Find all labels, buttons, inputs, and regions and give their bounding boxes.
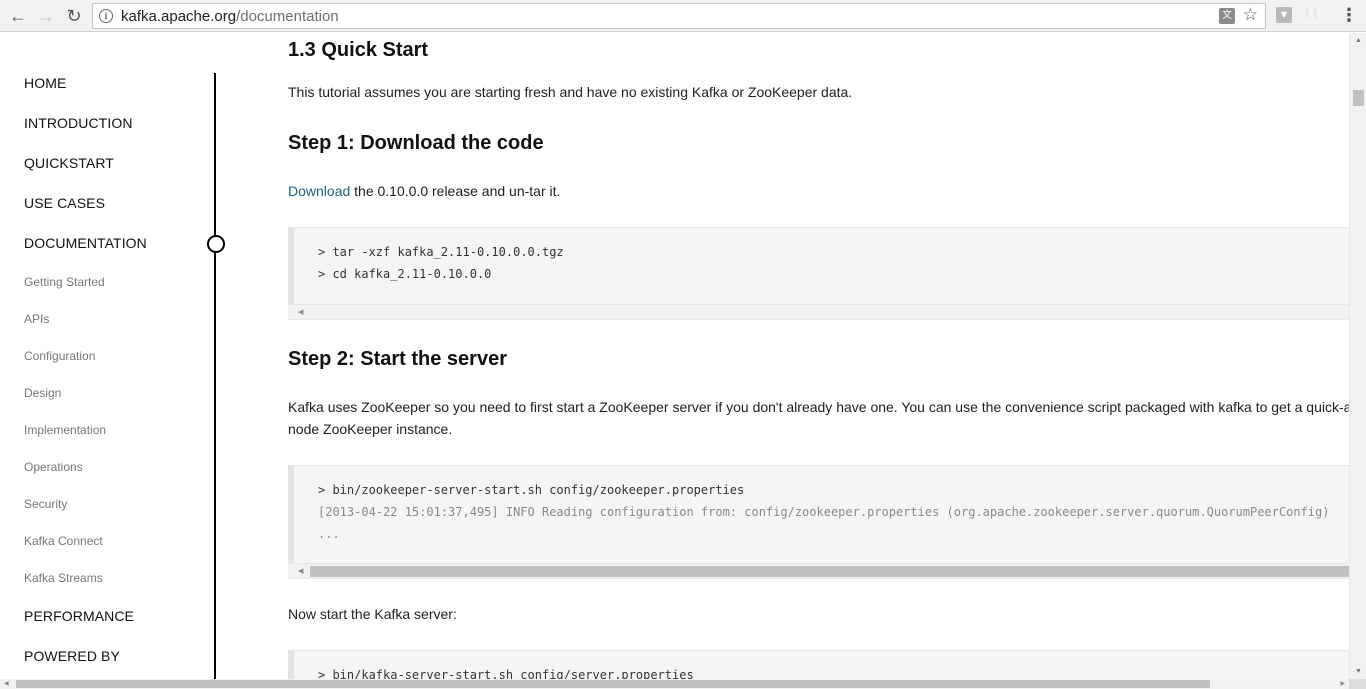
address-bar[interactable]: i kafka.apache.org/documentation 文 ☆ — [92, 3, 1266, 29]
step1-text: Download the 0.10.0.0 release and un-tar… — [288, 180, 560, 202]
sidebar-active-marker — [207, 235, 225, 253]
url-text[interactable]: kafka.apache.org/documentation — [121, 8, 339, 25]
step2-text-line1: Kafka uses ZooKeeper so you need to firs… — [288, 399, 1350, 415]
sidebar-subitem-configuration[interactable]: Configuration — [24, 349, 95, 363]
code-block-step1: > tar -xzf kafka_2.11-0.10.0.0.tgz > cd k… — [288, 227, 1350, 320]
download-link[interactable]: Download — [288, 183, 350, 199]
code-block-step2: > bin/zookeeper-server-start.sh config/z… — [288, 465, 1350, 579]
extension-icon[interactable]: ▼ — [1276, 7, 1292, 23]
back-icon[interactable]: ← — [6, 4, 30, 28]
page-horizontal-scrollbar[interactable]: ◀ ▶ — [0, 679, 1349, 689]
sidebar-subitem-design[interactable]: Design — [24, 386, 61, 400]
star-icon[interactable]: ☆ — [1243, 5, 1258, 25]
step2-text-line2: node ZooKeeper instance. — [288, 421, 453, 437]
scroll-right-icon[interactable]: ▶ — [1340, 680, 1345, 687]
sidebar-subitem-kafka-connect[interactable]: Kafka Connect — [24, 534, 103, 548]
extension-icon[interactable]: ⋮⋮ — [1303, 9, 1320, 18]
sidebar-item-use-cases[interactable]: USE CASES — [24, 195, 105, 211]
code-line: > tar -xzf kafka_2.11-0.10.0.0.tgz — [318, 245, 564, 259]
translate-icon[interactable]: 文 — [1219, 8, 1235, 24]
sidebar-item-documentation[interactable]: DOCUMENTATION — [24, 235, 147, 251]
code-line: > cd kafka_2.11-0.10.0.0 — [318, 267, 492, 281]
forward-icon[interactable]: → — [34, 4, 58, 28]
scroll-left-icon[interactable]: ◀ — [4, 680, 9, 687]
code-output-line: ... — [318, 527, 340, 541]
sidebar-item-introduction[interactable]: INTRODUCTION — [24, 115, 133, 131]
scrollbar-corner — [1349, 679, 1366, 689]
vertical-scroll-thumb[interactable] — [1353, 90, 1364, 106]
step1-title: Step 1: Download the code — [288, 132, 544, 154]
code-scrollbar[interactable]: ◀ — [288, 563, 1350, 578]
sidebar-subitem-apis[interactable]: APIs — [24, 312, 49, 326]
url-path: /documentation — [236, 8, 339, 25]
sidebar-subitem-getting-started[interactable]: Getting Started — [24, 275, 105, 289]
kafka-server-text: Now start the Kafka server: — [288, 606, 457, 622]
step1-text-rest: the 0.10.0.0 release and un-tar it. — [350, 183, 561, 199]
code-line: > bin/kafka-server-start.sh config/serve… — [318, 668, 694, 679]
horizontal-scroll-thumb[interactable] — [16, 680, 1210, 688]
sidebar: HOME INTRODUCTION QUICKSTART USE CASES D… — [0, 33, 240, 679]
intro-text: This tutorial assumes you are starting f… — [288, 84, 853, 100]
sidebar-item-performance[interactable]: PERFORMANCE — [24, 608, 134, 624]
scroll-down-icon[interactable]: ▼ — [1355, 668, 1362, 675]
sidebar-item-powered-by[interactable]: POWERED BY — [24, 648, 120, 664]
code-output-line: [2013-04-22 15:01:37,495] INFO Reading c… — [318, 505, 1330, 519]
code-scrollbar[interactable]: ◀ — [288, 304, 1350, 319]
sidebar-timeline — [214, 73, 216, 679]
section-title: 1.3 Quick Start — [288, 39, 429, 61]
main-content: 1.3 Quick Start This tutorial assumes yo… — [288, 33, 1350, 679]
sidebar-subitem-security[interactable]: Security — [24, 497, 67, 511]
sidebar-subitem-implementation[interactable]: Implementation — [24, 423, 106, 437]
code-scrollbar-thumb[interactable] — [310, 566, 1350, 577]
reload-icon[interactable]: ↻ — [62, 4, 86, 28]
sidebar-subitem-operations[interactable]: Operations — [24, 460, 83, 474]
scroll-left-icon[interactable]: ◀ — [298, 308, 303, 316]
page-vertical-scrollbar[interactable]: ▲ ▼ — [1349, 33, 1366, 679]
sidebar-item-home[interactable]: HOME — [24, 75, 66, 91]
code-line: > bin/zookeeper-server-start.sh config/z… — [318, 483, 745, 497]
scroll-up-icon[interactable]: ▲ — [1355, 37, 1362, 44]
code-block-kafka-server: > bin/kafka-server-start.sh config/serve… — [288, 650, 1350, 679]
scroll-left-icon[interactable]: ◀ — [298, 567, 303, 575]
menu-icon[interactable]: ⋮ — [1340, 5, 1358, 25]
sidebar-subitem-kafka-streams[interactable]: Kafka Streams — [24, 571, 103, 585]
url-host: kafka.apache.org — [121, 8, 237, 25]
browser-toolbar: ← → ↻ i kafka.apache.org/documentation 文… — [0, 0, 1366, 32]
step2-title: Step 2: Start the server — [288, 348, 507, 370]
sidebar-item-quickstart[interactable]: QUICKSTART — [24, 155, 114, 171]
info-icon[interactable]: i — [99, 9, 113, 23]
